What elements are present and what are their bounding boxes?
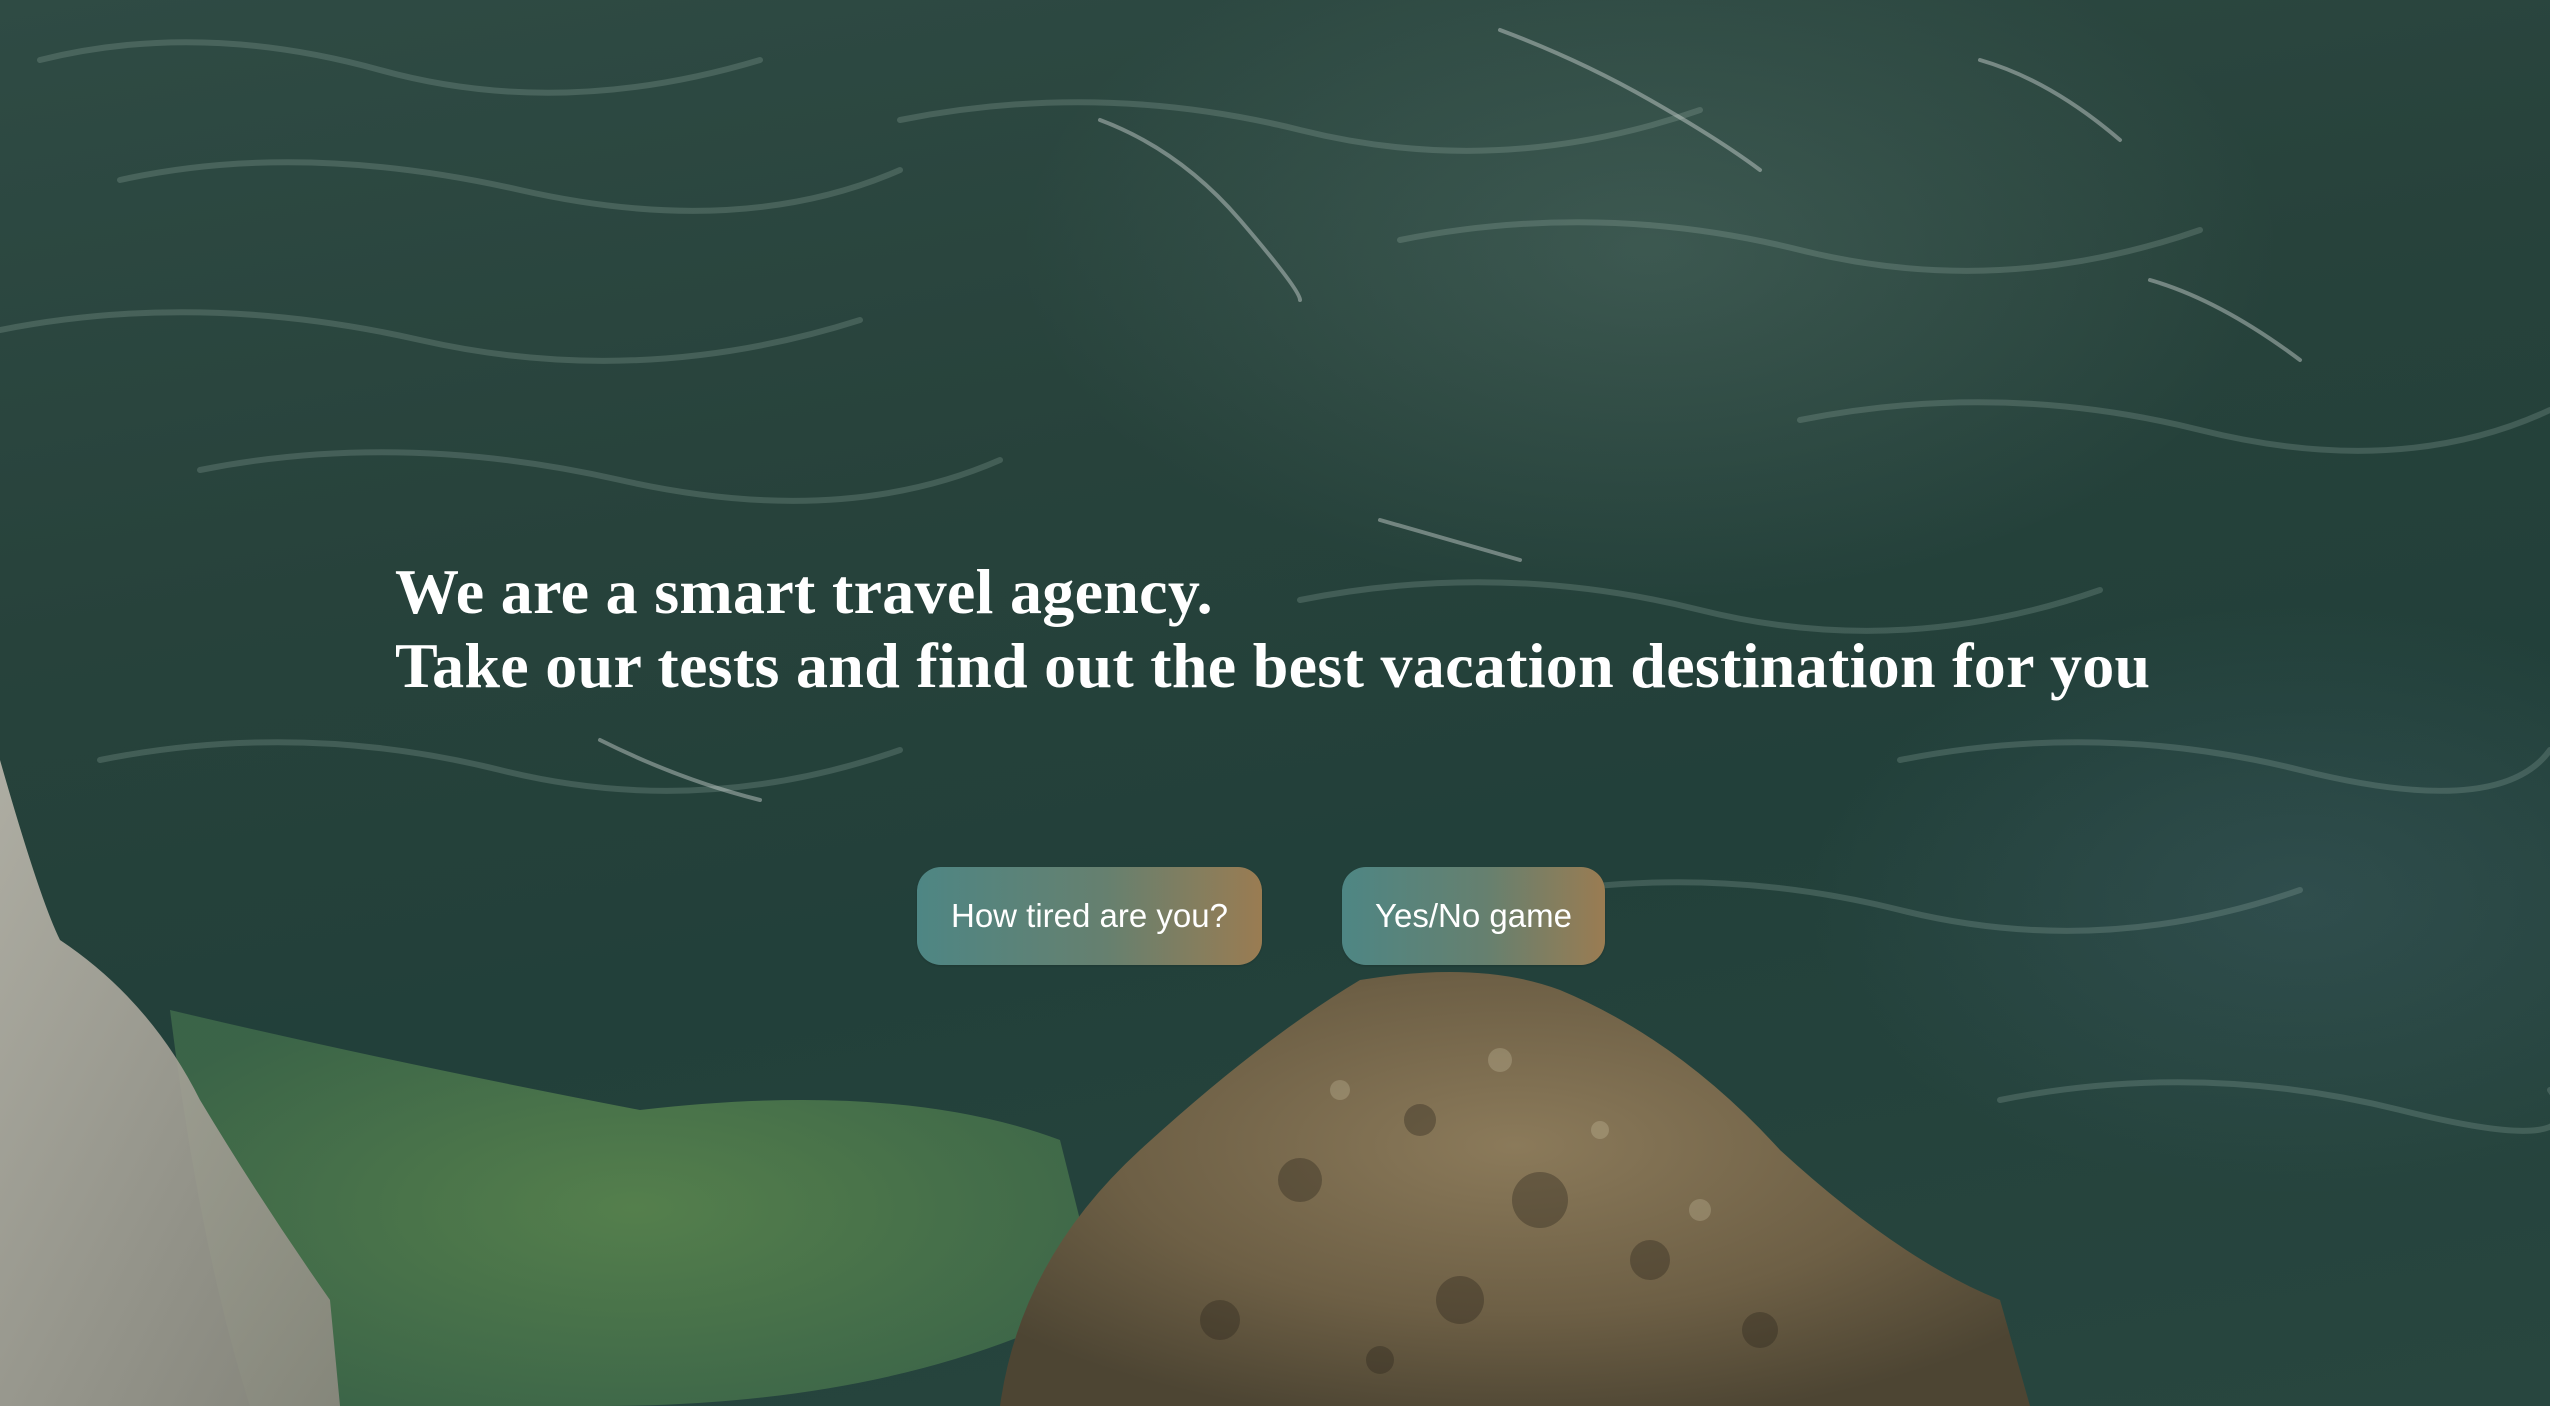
hero-headline: We are a smart travel agency. Take our t… — [395, 555, 2150, 703]
how-tired-button[interactable]: How tired are you? — [917, 867, 1262, 965]
hero-line-1: We are a smart travel agency. — [395, 556, 1213, 627]
hero-line-2: Take our tests and find out the best vac… — [395, 630, 2151, 701]
background-photo — [0, 0, 2550, 1406]
yes-no-game-button[interactable]: Yes/No game — [1342, 867, 1605, 965]
sea-rocks-illustration — [0, 28, 2550, 1406]
